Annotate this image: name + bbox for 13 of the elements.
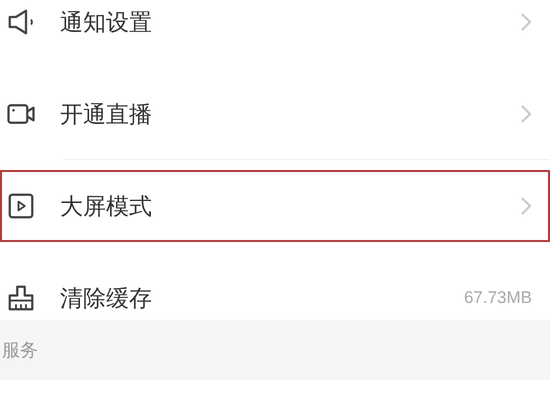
section-header: 服务 — [2, 338, 38, 362]
setting-label: 大屏模式 — [60, 192, 153, 221]
cache-size: 67.73MB — [464, 287, 532, 310]
settings-row[interactable]: 清除缓存 67.73MB — [0, 262, 550, 320]
speaker-icon — [6, 7, 36, 37]
play-icon — [6, 191, 36, 221]
setting-label: 开通直播 — [60, 100, 153, 129]
setting-label: 通知设置 — [60, 8, 153, 37]
settings-row[interactable]: 大屏模式 — [0, 170, 550, 242]
broom-icon — [6, 283, 36, 313]
settings-row[interactable]: 通知设置 — [0, 0, 550, 58]
setting-label: 清除缓存 — [60, 284, 153, 313]
settings-row[interactable]: 开通直播 — [0, 78, 550, 150]
